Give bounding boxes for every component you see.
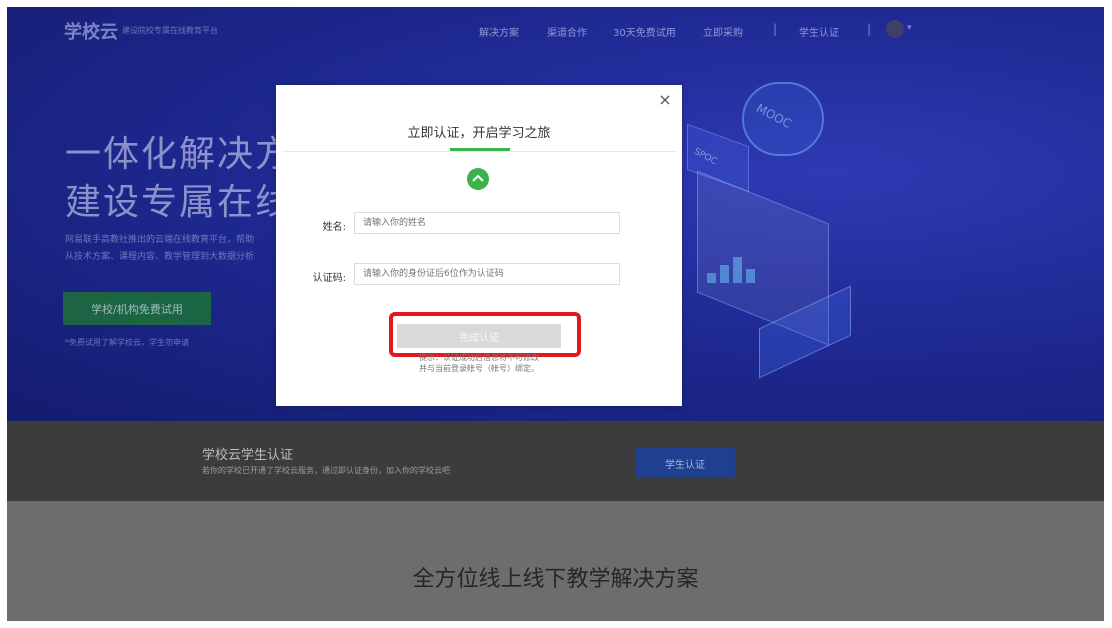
auth-code-input[interactable] xyxy=(354,263,620,285)
band-description: 若你的学校已开通了学校云服务，通过即认证身份，加入你的学校云吧 xyxy=(202,466,450,475)
section-title: 全方位线上线下教学解决方案 xyxy=(412,567,699,592)
auth-code-label: 认证码: xyxy=(312,273,346,284)
auth-modal: × 立即认证，开启学习之旅 姓名: 认证码: 完成认证 提示：认证成功后信息将不… xyxy=(276,85,682,406)
modal-divider xyxy=(282,151,676,152)
modal-title: 立即认证，开启学习之旅 xyxy=(407,126,551,141)
name-input[interactable] xyxy=(354,212,620,234)
close-icon[interactable]: × xyxy=(656,91,674,109)
check-icon xyxy=(467,168,489,190)
name-label: 姓名: xyxy=(322,222,346,233)
highlight-box xyxy=(389,312,581,357)
tip-text: 提示：认证成功后信息将不可修改 并与当前登录帐号（帐号）绑定。 xyxy=(419,353,539,373)
student-auth-button[interactable]: 学生认证 xyxy=(635,448,735,478)
band-title: 学校云学生认证 xyxy=(202,448,294,463)
solutions-section: 全方位线上线下教学解决方案 xyxy=(7,501,1104,621)
page-frame: 学校云 建设院校专属在线教育平台 解决方案 渠道合作 30天免费试用 立即采购 … xyxy=(7,7,1104,621)
student-auth-band: 学校云学生认证 若你的学校已开通了学校云服务，通过即认证身份，加入你的学校云吧 … xyxy=(7,421,1104,501)
